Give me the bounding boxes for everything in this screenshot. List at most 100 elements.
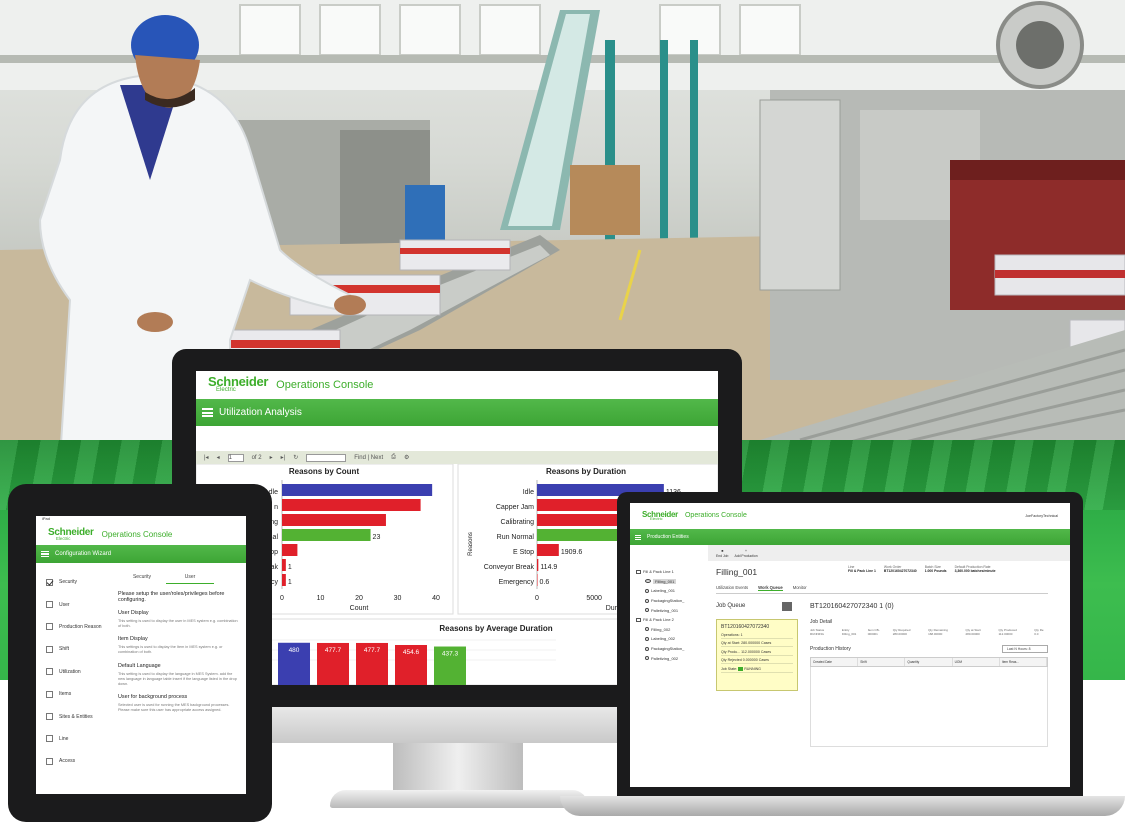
job-detail-title: Job Detail [810,619,833,625]
job-state-row: Job State: RUNNING [721,667,793,673]
wizard-step[interactable]: Shift [36,638,110,660]
tree-node[interactable]: PackagingStation_ [636,596,708,606]
export-icon[interactable]: ⎙ [391,454,396,461]
category-label: Calibrating [501,519,535,526]
tab-user[interactable]: User [166,571,214,584]
step-checkbox[interactable] [46,735,53,743]
chart-bar [537,559,539,571]
job-title: BT120160427072340 1 (0) [810,603,894,610]
step-checkbox[interactable] [46,645,53,653]
end-job-button[interactable]: ■ End Job [716,549,728,558]
entity-icon [645,636,649,641]
header-field-value: 3,360.000 batches/minute [954,569,996,573]
app-title: Operations Console [684,512,747,520]
step-checkbox[interactable] [46,623,53,631]
wizard-step[interactable]: Access [36,750,110,772]
entity-tab[interactable]: Utilization Events [716,585,748,591]
page-number-input[interactable]: 1 [227,453,244,462]
wizard-step[interactable]: User [36,593,110,615]
step-checkbox[interactable] [46,668,53,676]
schneider-logo[interactable]: Schneider Electric [48,527,94,541]
prev-page-icon[interactable]: ◂ [217,454,220,461]
x-tick-label: 40 [432,595,440,602]
entity-tab[interactable]: Work Queue [758,585,783,591]
settings-icon[interactable]: ⚙ [404,454,409,461]
next-page-icon[interactable]: ▸ [270,454,273,461]
menu-title: Configuration Wizard [55,551,112,557]
tree-node[interactable]: Filling_002 [636,625,708,635]
wizard-tabs: Security User [118,571,240,584]
tree-node[interactable]: Palletizing_001 [636,605,708,615]
history-grid-body [810,667,1048,747]
tree-node[interactable]: Fill & Pack Line 2 [636,615,708,625]
hamburger-menu-icon[interactable] [41,551,49,557]
tab-security[interactable]: Security [118,571,166,584]
job-state-label: Job State: [721,666,738,671]
section-description: This setting is used to display the user… [118,619,238,629]
tree-node[interactable]: Labeling_001 [636,586,708,596]
grid-column-header[interactable]: Item Reas... [1000,658,1048,666]
header-field-value: Fill & Pack Line 1 [848,569,876,573]
job-detail-field: Job Status RUNNING [810,628,825,636]
wizard-step[interactable]: Production Reason [36,616,110,638]
section-title: User for background process [118,693,188,700]
step-checkbox[interactable] [46,713,53,721]
grid-column-header[interactable]: Shift [858,658,906,666]
running-status-icon [738,666,744,671]
category-label: Emergency [499,579,535,586]
tree-node[interactable]: Fill & Pack Line 1 [636,567,708,577]
user-name[interactable]: JoeFactoryTechnical [1025,514,1058,518]
step-checkbox[interactable] [46,690,53,698]
step-label: Line [59,735,69,742]
wizard-step[interactable]: Sites & Entities [36,705,110,727]
wizard-step[interactable]: Items [36,683,110,705]
app-header: Schneider Electric Operations Console [196,371,718,399]
hamburger-menu-icon[interactable] [635,534,641,540]
refresh-icon[interactable]: ↻ [293,454,298,461]
menu-title: Production Entities [647,534,689,540]
job-detail-field: Qty Re 0.0 [1034,628,1044,636]
job-detail-field: Qty at Start 280.00000 [965,628,981,636]
grid-column-header[interactable]: Quantity [905,658,953,666]
schneider-logo[interactable]: Schneider Electric [208,376,268,394]
job-card-row: Qty Produ... 112.000000 Cases [721,650,793,656]
wizard-step[interactable]: Line [36,728,110,750]
tablet-status-bar: iPad [42,516,51,521]
app-title: Operations Console [101,529,173,539]
tree-node-label: Palletizing_001 [651,607,679,613]
x-tick-label: 0 [280,595,284,602]
entity-icon [645,588,649,593]
last-page-icon[interactable]: ▸| [281,454,286,461]
first-page-icon[interactable]: |◂ [204,454,209,461]
step-checkbox[interactable] [46,601,53,609]
wizard-step[interactable]: Security [36,571,110,593]
step-checkbox[interactable] [46,578,53,586]
entity-tab[interactable]: Monitor [793,585,807,591]
history-filter-select[interactable]: Last N Hours: 8 [1002,645,1048,653]
grid-column-header[interactable]: Created Date [811,658,859,666]
job-card[interactable]: BT120160427072340 Operations: 1 Qty at St… [716,619,798,691]
find-input[interactable] [306,453,347,462]
x-tick-label: 0 [535,595,539,602]
schneider-logo[interactable]: Schneider Electric [642,510,678,522]
tree-node[interactable]: Labeling_002 [636,634,708,644]
data-label: 114.9 [540,564,557,571]
tree-node-label: PackagingStation_ [651,646,685,652]
tree-node-label: Labeling_002 [651,636,676,642]
find-next-link[interactable]: Find | Next [354,455,383,461]
step-checkbox[interactable] [46,757,53,765]
data-label: 477.7 [364,647,381,654]
tree-node[interactable]: Palletizing_002 [636,653,708,663]
tree-node[interactable]: Filling_001 [636,577,708,587]
tree-node[interactable]: PackagingStation_ [636,644,708,654]
wizard-step[interactable]: Utilization [36,661,110,683]
add-production-button[interactable]: + Add Production [734,549,757,558]
header-field: Work Order BT120160427072340 [884,565,917,573]
hamburger-menu-icon[interactable] [202,408,213,417]
grid-column-header[interactable]: UOM [953,658,1000,666]
report-toolbar: |◂ ◂ 1 of 2 ▸ ▸| ↻ Find | Next ⎙ ⚙ [196,451,718,464]
x-axis-title: Count [350,605,369,612]
section-title: Default Language [118,662,161,669]
history-grid-header: Created Date Shift Quantity UOM Item Reas... [810,657,1048,667]
filter-icon[interactable] [782,602,792,611]
